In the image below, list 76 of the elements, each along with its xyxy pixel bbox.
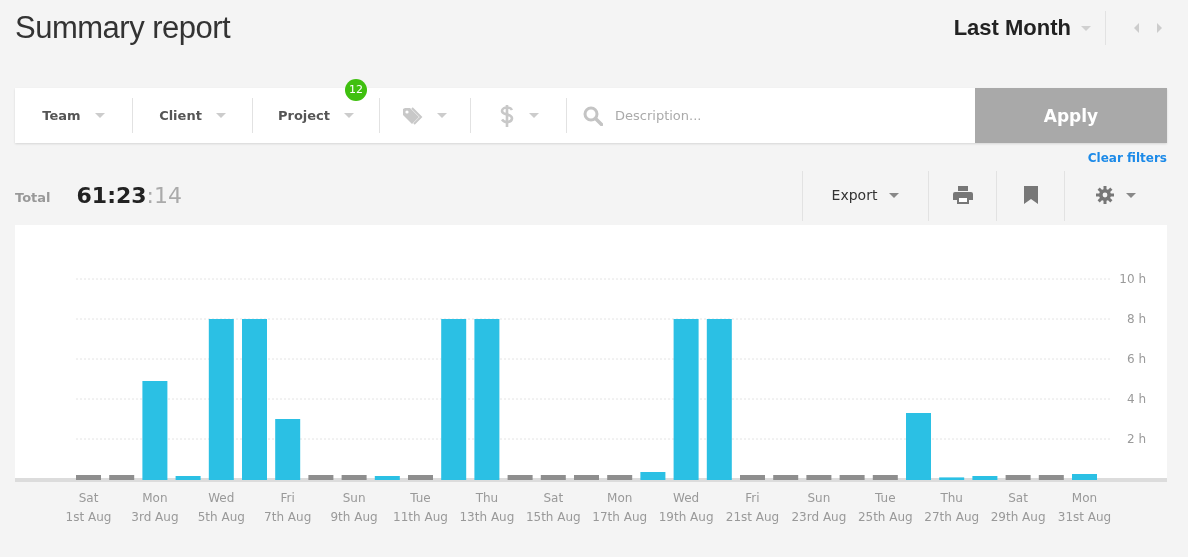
axis-label: Fri 7th Aug (264, 491, 312, 524)
axis-label: Wed 19th Aug (658, 491, 714, 524)
empty-bar (109, 475, 135, 480)
axis-label: 10 h (1119, 272, 1146, 286)
axis-label: Mon 3rd Aug (131, 491, 179, 524)
empty-bar (540, 475, 566, 480)
axis-label: Sat 1st Aug (65, 491, 112, 524)
axis-label: Thu 27th Aug (924, 491, 980, 524)
empty-bar (308, 475, 334, 480)
next-icon[interactable] (1157, 23, 1162, 33)
filter-dropdown[interactable]: Team (15, 88, 132, 143)
empty-bar (1005, 475, 1031, 480)
axis-label: Tue 11th Aug (393, 491, 448, 524)
bar[interactable] (906, 413, 931, 480)
caret-icon (437, 113, 447, 118)
axis-label: Sun 23rd Aug (791, 491, 847, 524)
empty-bar (607, 475, 633, 480)
axis-label: Thu 13th Aug (459, 491, 515, 524)
axis-label: Fri 21st Aug (725, 491, 780, 524)
axis-label: Sat 29th Aug (990, 491, 1046, 524)
caret-icon (1126, 192, 1136, 198)
bar[interactable] (275, 419, 301, 480)
period-dropdown[interactable]: Last Month (947, 9, 1105, 47)
bar[interactable] (673, 319, 699, 480)
search-icon (583, 105, 603, 126)
tags-icon (403, 106, 423, 125)
empty-bar (839, 475, 865, 480)
empty-bar (773, 475, 799, 480)
count-badge: 12 (345, 79, 367, 101)
axis-label: 8 h (1126, 312, 1146, 326)
axis-label: Tue 25th Aug (857, 491, 913, 524)
bar[interactable] (939, 477, 965, 480)
axis-label: Mon 17th Aug (592, 491, 648, 524)
axis-label: Sat 15th Aug (525, 491, 581, 524)
bar[interactable] (972, 476, 998, 480)
previous-icon[interactable] (1134, 23, 1139, 33)
empty-bar (507, 475, 533, 480)
bar[interactable] (706, 319, 732, 480)
empty-bar (574, 475, 599, 480)
axis-label: 6 h (1126, 352, 1146, 366)
settings-icon (1096, 186, 1114, 204)
caret-icon (344, 113, 355, 118)
filter-dropdown[interactable]: Client (133, 88, 252, 143)
axis-label: Wed 5th Aug (197, 491, 245, 524)
axis-label: Mon 31st Aug (1057, 491, 1112, 524)
axis-label: 4 h (1126, 392, 1146, 406)
axis-label: 2 h (1126, 432, 1146, 446)
empty-bar (1038, 475, 1064, 480)
printer-icon (952, 186, 973, 204)
axis-label: Sun 9th Aug (330, 491, 378, 524)
bar[interactable] (208, 319, 234, 480)
empty-bar (806, 475, 832, 480)
bookmark-icon (1023, 186, 1038, 204)
caret-icon (94, 113, 105, 118)
bar[interactable] (374, 476, 400, 480)
bar[interactable] (142, 381, 168, 480)
empty-bar (872, 475, 898, 480)
caret-icon (1081, 25, 1091, 31)
total-duration: 61:23:14 (76, 182, 182, 208)
bar[interactable] (242, 319, 267, 480)
dollar-icon (498, 104, 515, 127)
empty-bar (76, 475, 101, 480)
caret-icon (215, 113, 226, 118)
caret-icon (528, 113, 539, 118)
empty-bar (740, 475, 765, 480)
bar[interactable] (640, 472, 666, 480)
bar[interactable] (441, 319, 467, 480)
empty-bar (408, 475, 433, 480)
total-label: Total (15, 188, 51, 205)
page-title: Summary report (15, 10, 231, 46)
empty-bar (341, 475, 367, 480)
bar[interactable] (1072, 474, 1097, 480)
bar[interactable] (474, 319, 500, 480)
caret-icon (889, 192, 900, 198)
bar[interactable] (175, 476, 201, 480)
export-dropdown[interactable]: Export (803, 167, 928, 223)
